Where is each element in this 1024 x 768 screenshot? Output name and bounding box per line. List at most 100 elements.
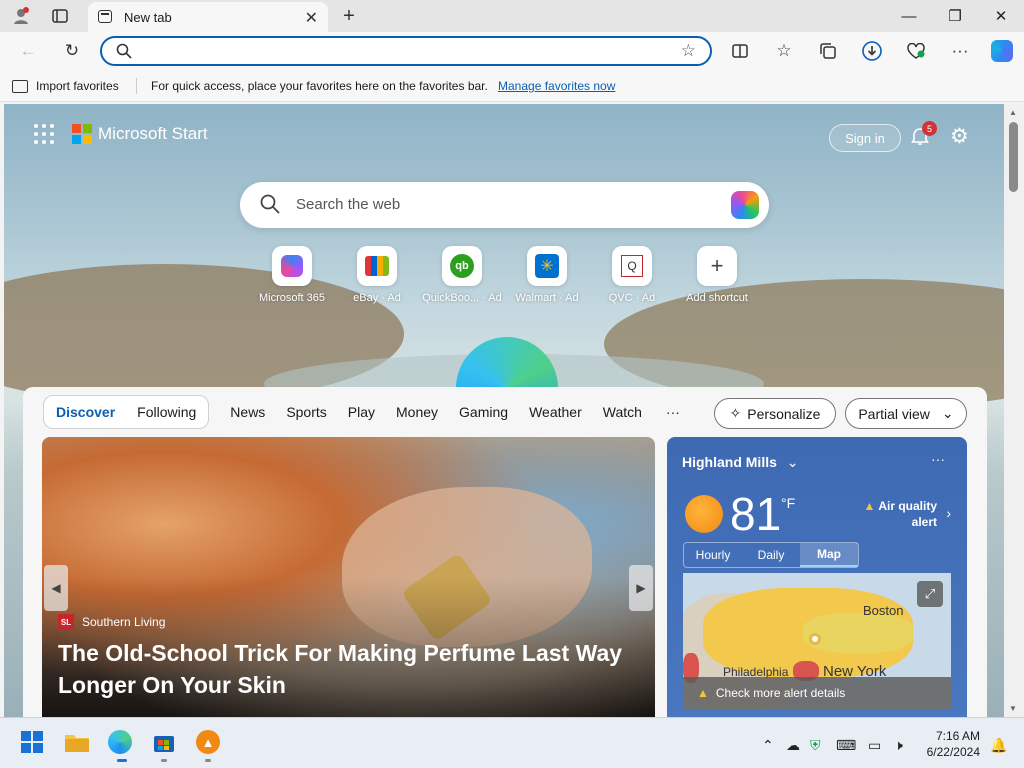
tab-gaming[interactable]: Gaming bbox=[459, 404, 508, 420]
shortcut-qvc[interactable]: Q QVC · Ad bbox=[590, 246, 674, 304]
close-tab-icon[interactable]: ✕ bbox=[305, 8, 318, 28]
split-screen-icon[interactable] bbox=[726, 38, 754, 64]
alert-details-label: Check more alert details bbox=[715, 686, 846, 700]
display-icon[interactable]: ▭ bbox=[868, 737, 881, 754]
clock-time: 7:16 AM bbox=[935, 729, 980, 743]
warning-icon: ▲ bbox=[697, 686, 709, 700]
favorite-star-icon[interactable]: ☆ bbox=[681, 41, 696, 61]
expand-map-icon[interactable]: ⤢ bbox=[917, 581, 943, 607]
back-button[interactable]: ← bbox=[14, 38, 42, 64]
tab-daily[interactable]: Daily bbox=[742, 543, 800, 567]
web-search-box[interactable]: Search the web bbox=[240, 182, 769, 228]
weather-location[interactable]: Highland Mills ⌄ bbox=[682, 454, 799, 471]
temperature: 81 bbox=[730, 488, 782, 540]
store-icon[interactable] bbox=[152, 730, 178, 756]
copilot-icon[interactable] bbox=[731, 191, 759, 219]
map-label-boston: Boston bbox=[863, 603, 904, 618]
downloads-icon[interactable] bbox=[858, 38, 886, 64]
import-favorites-label: Import favorites bbox=[36, 79, 119, 93]
collections-icon[interactable] bbox=[814, 38, 842, 64]
partial-view-dropdown[interactable]: Partial view ⌄ bbox=[845, 398, 967, 429]
warning-icon: ▲ bbox=[863, 499, 876, 513]
sunny-icon bbox=[685, 495, 723, 533]
app-launcher-icon[interactable] bbox=[34, 124, 54, 144]
copilot-icon[interactable] bbox=[988, 38, 1016, 64]
chevron-right-icon[interactable]: › bbox=[946, 505, 951, 521]
air-quality-alert[interactable]: ▲ Air quality alert bbox=[847, 498, 937, 530]
active-app-indicator bbox=[117, 759, 127, 762]
scroll-down-icon[interactable]: ▼ bbox=[1009, 704, 1017, 713]
tab-discover[interactable]: Discover bbox=[56, 404, 115, 420]
add-shortcut-button[interactable]: + Add shortcut bbox=[675, 246, 759, 304]
personalize-button[interactable]: ✧ Personalize bbox=[714, 398, 836, 429]
vlc-app-icon[interactable]: ▲ bbox=[196, 730, 222, 756]
import-icon bbox=[12, 79, 28, 93]
shortcut-ebay[interactable]: eBay · Ad bbox=[335, 246, 419, 304]
show-hidden-icons-chevron-up-icon[interactable]: ⌃ bbox=[762, 737, 774, 754]
shortcut-label: Add shortcut bbox=[686, 292, 748, 304]
navigation-bar: ← ↻ ☆ ☆ ··· bbox=[0, 32, 1024, 70]
check-alert-details-button[interactable]: ▲ Check more alert details bbox=[683, 677, 951, 709]
import-favorites-button[interactable]: Import favorites bbox=[12, 79, 119, 93]
speaker-icon[interactable]: 🕨 bbox=[894, 737, 903, 754]
refresh-button[interactable]: ↻ bbox=[58, 38, 86, 64]
browser-essentials-icon[interactable] bbox=[902, 38, 930, 64]
feed-nav: Discover Following News Sports Play Mone… bbox=[43, 395, 680, 429]
shortcut-label: eBay · Ad bbox=[353, 292, 401, 304]
favorites-icon[interactable]: ☆ bbox=[770, 38, 798, 64]
settings-gear-icon[interactable]: ⚙ bbox=[950, 124, 969, 149]
article-headline[interactable]: The Old-School Trick For Making Perfume … bbox=[58, 637, 638, 701]
app-indicator bbox=[205, 759, 211, 762]
article-card[interactable]: ◀ ▶ SL Southern Living The Old-School Tr… bbox=[42, 437, 655, 717]
address-bar[interactable]: ☆ bbox=[100, 36, 712, 66]
settings-more-icon[interactable]: ··· bbox=[946, 38, 974, 64]
profile-icon[interactable] bbox=[8, 4, 34, 28]
file-explorer-icon[interactable] bbox=[64, 730, 90, 756]
new-tab-button[interactable]: + bbox=[336, 4, 362, 28]
tab-money[interactable]: Money bbox=[396, 404, 438, 420]
new-tab-page: Microsoft Start Sign in 5 ⚙ Search the w… bbox=[4, 104, 1004, 717]
previous-arrow-button[interactable]: ◀ bbox=[44, 565, 68, 611]
favorites-bar: Import favorites For quick access, place… bbox=[0, 70, 1024, 102]
tab-sports[interactable]: Sports bbox=[286, 404, 326, 420]
temperature-unit[interactable]: °F bbox=[781, 495, 795, 511]
system-clock[interactable]: 7:16 AM 6/22/2024 bbox=[918, 728, 980, 760]
edge-icon[interactable] bbox=[108, 730, 134, 756]
defender-icon[interactable]: ⛨ bbox=[810, 737, 821, 754]
sign-in-button[interactable]: Sign in bbox=[829, 124, 901, 152]
close-window-button[interactable]: ✕ bbox=[978, 0, 1024, 32]
scrollbar-thumb[interactable] bbox=[1009, 122, 1018, 192]
article-source[interactable]: SL Southern Living bbox=[58, 614, 165, 630]
sparkle-icon: ✧ bbox=[729, 405, 742, 421]
tab-hourly[interactable]: Hourly bbox=[684, 543, 742, 567]
notifications-icon[interactable]: 🔔 bbox=[990, 737, 1007, 754]
manage-favorites-link[interactable]: Manage favorites now bbox=[498, 79, 615, 93]
tab-play[interactable]: Play bbox=[348, 404, 375, 420]
start-windows-icon[interactable] bbox=[20, 730, 46, 756]
more-tabs-button[interactable]: ··· bbox=[666, 404, 680, 420]
restore-button[interactable]: ❐ bbox=[932, 0, 978, 32]
tab-watch[interactable]: Watch bbox=[603, 404, 642, 420]
tab-actions-icon[interactable] bbox=[47, 4, 73, 28]
search-icon bbox=[260, 194, 280, 219]
shortcut-microsoft-365[interactable]: Microsoft 365 bbox=[250, 246, 334, 304]
minimize-button[interactable]: — bbox=[886, 0, 932, 32]
chevron-down-icon: ⌄ bbox=[941, 405, 954, 421]
brand-title[interactable]: Microsoft Start bbox=[98, 124, 208, 144]
more-options-icon[interactable]: ··· bbox=[931, 451, 945, 467]
shortcut-walmart[interactable]: ✳ Walmart · Ad bbox=[505, 246, 589, 304]
shortcut-quickbooks[interactable]: qb QuickBoo... · Ad bbox=[420, 246, 504, 304]
tab-following[interactable]: Following bbox=[137, 404, 196, 420]
tab-news[interactable]: News bbox=[230, 404, 265, 420]
weather-tabs: Hourly Daily Map bbox=[683, 542, 859, 568]
keyboard-icon[interactable]: ⌨ bbox=[836, 737, 856, 754]
tab-title: New tab bbox=[124, 10, 172, 25]
network-icon[interactable]: ☁ bbox=[786, 737, 800, 754]
page-scrollbar[interactable]: ▲ ▼ bbox=[1004, 104, 1024, 717]
tab-new-tab[interactable]: New tab ✕ bbox=[88, 2, 328, 32]
scroll-up-icon[interactable]: ▲ bbox=[1009, 108, 1017, 117]
search-placeholder: Search the web bbox=[296, 196, 401, 213]
tab-weather[interactable]: Weather bbox=[529, 404, 582, 420]
next-arrow-button[interactable]: ▶ bbox=[629, 565, 653, 611]
tab-map[interactable]: Map bbox=[800, 543, 858, 567]
